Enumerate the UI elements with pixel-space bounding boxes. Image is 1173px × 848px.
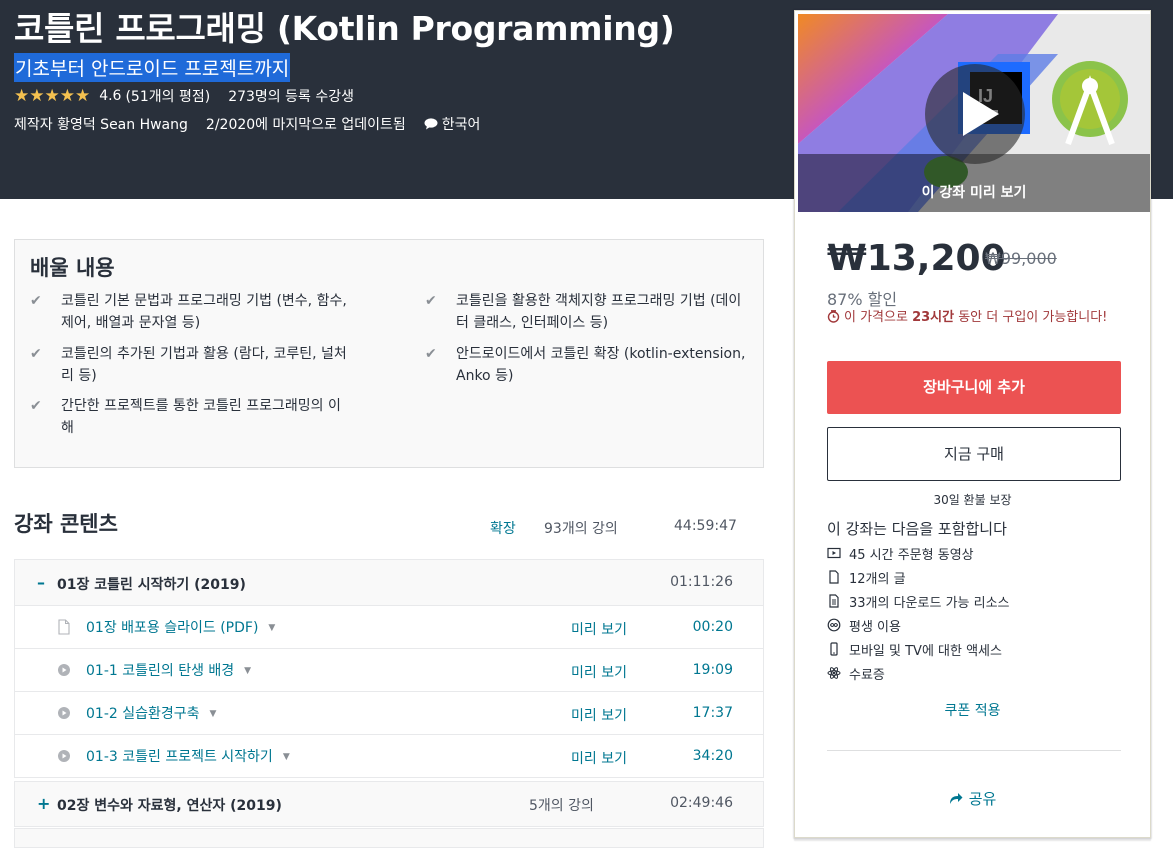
- lecture-row[interactable]: 01-2 실습환경구축 ▼ 미리 보기 17:37: [14, 692, 764, 735]
- check-icon: ✔: [30, 293, 42, 309]
- includes-list: 45 시간 주문형 동영상 12개의 글 33개의 다운로드 가능 리소스 평생…: [827, 541, 1010, 685]
- discount-percent: 87% 할인: [827, 290, 898, 309]
- lecture-title[interactable]: 01-2 실습환경구축 ▼: [86, 703, 216, 723]
- what-you-will-learn: 배울 내용 ✔ 코틀린 기본 문법과 프로그래밍 기법 (변수, 함수, 제어,…: [14, 239, 764, 468]
- share-label: 공유: [968, 790, 997, 808]
- course-title: 코틀린 프로그래밍 (Kotlin Programming): [14, 9, 675, 48]
- apply-coupon-link[interactable]: 쿠폰 적용: [795, 700, 1150, 720]
- money-back-guarantee: 30일 환불 보장: [933, 493, 1012, 507]
- speech-bubble-icon: [424, 118, 438, 130]
- section-title: 01장 코틀린 시작하기 (2019): [57, 577, 246, 593]
- lecture-row[interactable]: 01-1 코틀린의 탄생 배경 ▼ 미리 보기 19:09: [14, 649, 764, 692]
- rating-row: ★★★★★ 4.6 (51개의 평점) 273명의 등록 수강생: [14, 86, 354, 106]
- preview-label: 이 강좌 미리 보기: [921, 185, 1027, 201]
- infinity-icon: [827, 618, 841, 632]
- expand-all-button[interactable]: 확장: [490, 518, 516, 538]
- play-circle-icon: [58, 664, 70, 676]
- lecture-title[interactable]: 01-3 코틀린 프로젝트 시작하기 ▼: [86, 746, 290, 766]
- mobile-icon: [830, 642, 838, 656]
- urgency-message: 이 가격으로 23시간 동안 더 구입이 가능합니다!: [827, 308, 1127, 328]
- caret-down-icon[interactable]: ▼: [210, 709, 217, 719]
- current-price: ₩13,200: [827, 238, 1006, 279]
- include-item: 모바일 및 TV에 대한 액세스: [827, 637, 1010, 661]
- expand-icon: +: [37, 794, 51, 813]
- section-header[interactable]: + 02장 변수와 자료형, 연산자 (2019) 5개의 강의 02:49:4…: [14, 781, 764, 827]
- language-label: 한국어: [441, 117, 481, 133]
- lecture-duration: 34:20: [692, 748, 733, 764]
- play-button[interactable]: [925, 64, 1025, 164]
- buy-now-button[interactable]: 지금 구매: [827, 427, 1121, 481]
- include-item: 33개의 다운로드 가능 리소스: [827, 589, 1010, 613]
- share-button[interactable]: 공유: [795, 788, 1150, 809]
- add-to-cart-button[interactable]: 장바구니에 추가: [827, 361, 1121, 414]
- check-icon: ✔: [30, 398, 42, 414]
- course-subtitle: 기초부터 안드로이드 프로젝트까지: [14, 53, 291, 82]
- section-duration: 01:11:26: [670, 574, 733, 590]
- share-arrow-icon: [949, 793, 963, 804]
- check-icon: ✔: [30, 346, 42, 362]
- caret-down-icon[interactable]: ▼: [244, 666, 251, 676]
- learn-title: 배울 내용: [30, 256, 115, 280]
- learn-item: ✔ 코틀린을 활용한 객체지향 프로그래밍 기법 (데이터 클래스, 인터페이스…: [425, 290, 746, 334]
- lecture-duration: 17:37: [692, 705, 733, 721]
- certificate-icon: [827, 667, 841, 679]
- section-title: 02장 변수와 자료형, 연산자 (2019): [57, 798, 282, 814]
- language: 한국어: [424, 114, 481, 134]
- file-icon: [829, 570, 839, 584]
- section-header[interactable]: – 01장 코틀린 시작하기 (2019) 01:11:26: [14, 559, 764, 606]
- author-line[interactable]: 제작자 황영덕 Sean Hwang: [14, 114, 188, 134]
- alarm-clock-icon: [827, 310, 840, 323]
- caret-down-icon[interactable]: ▼: [268, 623, 275, 633]
- lecture-duration: 19:09: [692, 662, 733, 678]
- include-item: 12개의 글: [827, 565, 1010, 589]
- urgency-hours: 23시간: [912, 310, 955, 325]
- lecture-row[interactable]: 01-3 코틀린 프로젝트 시작하기 ▼ 미리 보기 34:20: [14, 735, 764, 778]
- rating-count[interactable]: (51개의 평점): [125, 86, 210, 106]
- video-icon: [827, 547, 841, 559]
- check-icon: ✔: [425, 346, 437, 362]
- includes-title: 이 강좌는 다음을 포함합니다: [827, 520, 1007, 538]
- download-file-icon: [829, 594, 839, 608]
- course-content-title: 강좌 콘텐츠: [14, 512, 118, 536]
- total-length: 44:59:47: [674, 518, 737, 534]
- play-circle-icon: [58, 750, 70, 762]
- rating-value: 4.6: [99, 88, 122, 104]
- section-header[interactable]: [14, 828, 764, 848]
- preview-link[interactable]: 미리 보기: [571, 748, 627, 768]
- learn-item: ✔ 코틀린 기본 문법과 프로그래밍 기법 (변수, 함수, 제어, 배열과 문…: [30, 290, 351, 334]
- learn-item: ✔ 안드로이드에서 코틀린 확장 (kotlin-extension, Anko…: [425, 343, 746, 387]
- lecture-row[interactable]: 01장 배포용 슬라이드 (PDF) ▼ 미리 보기 00:20: [14, 606, 764, 649]
- collapse-icon: –: [37, 573, 45, 592]
- divider: [827, 750, 1121, 751]
- check-icon: ✔: [425, 293, 437, 309]
- last-updated: 2/2020에 마지막으로 업데이트됨: [205, 117, 406, 133]
- learn-item: ✔ 간단한 프로젝트를 통한 코틀린 프로그래밍의 이해: [30, 395, 351, 439]
- urgency-prefix: 이 가격으로: [844, 310, 913, 325]
- document-icon: [58, 619, 70, 635]
- urgency-suffix: 동안 더 구입이 가능합니다!: [954, 310, 1108, 325]
- play-circle-icon: [58, 707, 70, 719]
- rating-stars-icon: ★★★★★: [14, 86, 91, 106]
- original-price: ₩99,000: [985, 249, 1057, 268]
- lecture-duration: 00:20: [692, 619, 733, 635]
- course-preview-video[interactable]: IJ 이 강좌 미리 보기: [798, 14, 1150, 212]
- learn-item: ✔ 코틀린의 추가된 기법과 활용 (람다, 코루틴, 널처리 등): [30, 343, 351, 387]
- section-lecture-count: 5개의 강의: [529, 798, 594, 814]
- lecture-title[interactable]: 01장 배포용 슬라이드 (PDF) ▼: [86, 617, 275, 637]
- meta-row: 제작자 황영덕 Sean Hwang 2/2020에 마지막으로 업데이트됨 한…: [14, 114, 480, 134]
- preview-link[interactable]: 미리 보기: [571, 619, 627, 639]
- total-lectures: 93개의 강의: [544, 521, 618, 537]
- include-item: 45 시간 주문형 동영상: [827, 541, 1010, 565]
- play-icon: [963, 92, 999, 136]
- preview-link[interactable]: 미리 보기: [571, 662, 627, 682]
- purchase-sidebar: IJ 이 강좌 미리 보기 ₩13,200 ₩99,000 87% 할인 이 가…: [794, 10, 1151, 838]
- include-item: 평생 이용: [827, 613, 1010, 637]
- include-item: 수료증: [827, 661, 1010, 685]
- caret-down-icon[interactable]: ▼: [283, 752, 290, 762]
- lecture-title[interactable]: 01-1 코틀린의 탄생 배경 ▼: [86, 660, 251, 680]
- section-duration: 02:49:46: [670, 795, 733, 811]
- enrolled-count: 273명의 등록 수강생: [228, 89, 354, 105]
- preview-link[interactable]: 미리 보기: [571, 705, 627, 725]
